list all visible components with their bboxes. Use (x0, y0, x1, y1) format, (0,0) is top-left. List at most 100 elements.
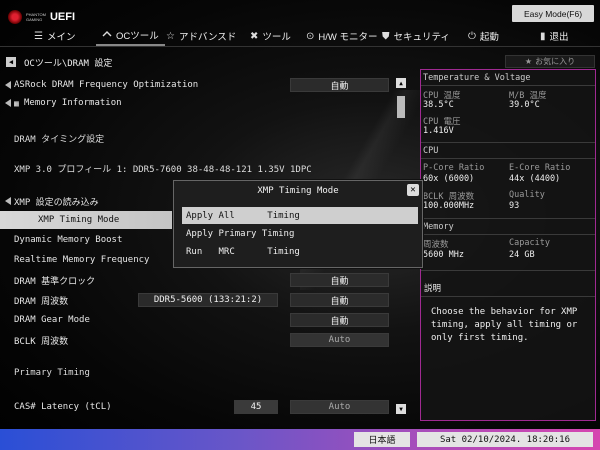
quality-label: Quality (509, 190, 545, 200)
back-button[interactable]: ◀ (6, 57, 16, 67)
language-button[interactable]: 日本語 (354, 432, 410, 447)
setting-label: DRAM 基準クロック (14, 276, 96, 287)
main-nav: ☰ メイン OCツール ☆ アドバンスド ✖ ツール ⊙ H/W モニター ⛊ … (0, 26, 600, 46)
option-label: Apply All Timing (186, 210, 300, 221)
favorite-button[interactable]: ★ お気に入り (505, 55, 595, 68)
tab-main[interactable]: ☰ メイン (28, 26, 81, 46)
quality-value: 93 (509, 201, 520, 211)
panel-divider (421, 158, 595, 159)
xmp-profile-text: XMP 3.0 プロフィール 1: DDR5-7600 38-48-48-121… (14, 165, 312, 175)
mem-cap-value: 24 GB (509, 250, 535, 260)
tab-advanced[interactable]: ☆ アドバンスド (160, 26, 242, 46)
setting-current-value: DDR5-5600 (133:21:2) (138, 293, 278, 307)
tab-boot[interactable]: ⏻ 起動 (462, 26, 505, 46)
setting-value[interactable]: 自動 (290, 313, 389, 327)
expand-arrow-icon (5, 197, 11, 205)
star-icon: ☆ (166, 30, 175, 42)
ecore-label: E-Core Ratio (509, 163, 571, 173)
mb-temp-value: 39.0°C (509, 100, 540, 110)
mem-freq-value: 5600 MHz (423, 250, 464, 260)
setting-label: XMP Timing Mode (38, 215, 120, 225)
dialog-title: XMP Timing Mode (257, 186, 339, 196)
description-text: Choose the behavior for XMP timing, appl… (431, 307, 578, 343)
cpu-volt-value: 1.416V (423, 126, 454, 136)
pcore-label: P-Core Ratio (423, 163, 485, 173)
setting-label: XMP 設定の読み込み (14, 197, 99, 208)
memory-icon: ▦ (14, 98, 19, 108)
setting-dram-ref-clock[interactable]: DRAM 基準クロック 自動 (0, 271, 410, 289)
breadcrumb-text: OCツール\DRAM 設定 (24, 58, 113, 69)
option-label: Apply Primary Timing (186, 228, 295, 239)
brand-text: PHANTOM GAMING (26, 12, 46, 22)
setting-value[interactable]: Auto (290, 333, 389, 347)
tab-boot-label: 起動 (479, 32, 499, 43)
info-panel: Temperature & Voltage CPU 温度 M/B 温度 38.5… (420, 69, 596, 421)
scroll-thumb[interactable] (397, 96, 405, 118)
setting-value[interactable]: 自動 (290, 293, 389, 307)
brand-uefi: UEFI (49, 11, 75, 23)
setting-label: Memory Information (24, 98, 122, 108)
bclk-value: 100.000MHz (423, 201, 475, 211)
mem-freq-label: 周波数 (423, 240, 449, 250)
tab-advanced-label: アドバンスド (178, 32, 237, 43)
easy-mode-button[interactable]: Easy Mode(F6) (512, 5, 594, 22)
scroll-down-icon[interactable]: ▼ (396, 404, 406, 414)
tab-exit[interactable]: ▮ 退出 (534, 26, 575, 46)
tab-tools[interactable]: ✖ ツール (244, 26, 297, 46)
setting-label: ASRock DRAM Frequency Optimization (14, 80, 199, 90)
option-apply-primary[interactable]: Apply Primary Timing (182, 225, 418, 242)
setting-dram-freq-opt[interactable]: ASRock DRAM Frequency Optimization 自動 (0, 76, 410, 94)
option-apply-all[interactable]: Apply All Timing (182, 207, 418, 224)
exit-icon: ▮ (540, 30, 546, 42)
shield-icon: ⛊ (382, 30, 390, 42)
setting-dram-freq[interactable]: DRAM 周波数 DDR5-5600 (133:21:2) 自動 (0, 291, 410, 309)
scroll-up-icon[interactable]: ▲ (396, 78, 406, 88)
option-run-mrc[interactable]: Run MRC Timing (182, 243, 418, 260)
tab-tools-label: ツール (262, 32, 291, 43)
breadcrumb: ◀ OCツール\DRAM 設定 (6, 55, 416, 69)
section-primary-timing: Primary Timing (14, 368, 90, 378)
panel-divider (421, 234, 595, 235)
pcore-value: 60x (6000) (423, 174, 475, 184)
tab-oc-tools[interactable]: OCツール (96, 26, 165, 46)
close-icon[interactable]: ✕ (407, 184, 419, 196)
mem-cap-label: Capacity (509, 238, 550, 248)
tab-hw-monitor-label: H/W モニター (318, 32, 378, 43)
nav-divider (0, 46, 600, 47)
tab-security-label: セキュリティ (393, 32, 450, 43)
tab-hw-monitor[interactable]: ⊙ H/W モニター (300, 26, 384, 46)
setting-label: BCLK 周波数 (14, 336, 69, 347)
oc-tools-icon (102, 30, 112, 41)
brand-logo: PHANTOM GAMING UEFI (8, 8, 88, 26)
setting-label: DRAM 周波数 (14, 296, 69, 307)
brand-logo-icon (8, 10, 22, 24)
panel-divider (421, 142, 595, 143)
star-icon: ★ (524, 57, 533, 66)
setting-value[interactable]: 自動 (290, 78, 389, 92)
ecore-value: 44x (4400) (509, 174, 561, 184)
xmp-timing-mode-dialog: XMP Timing Mode ✕ Apply All Timing Apply… (173, 180, 423, 268)
expand-arrow-icon (5, 99, 11, 107)
brand-line2: GAMING (26, 17, 43, 22)
setting-label: DRAM Gear Mode (14, 315, 90, 325)
setting-label: Dynamic Memory Boost (14, 235, 123, 245)
setting-cas-latency[interactable]: CAS# Latency (tCL) 45 Auto (0, 398, 410, 416)
panel-divider (421, 218, 595, 219)
tab-oc-tools-label: OCツール (116, 31, 159, 42)
memory-section-title: Memory (423, 222, 454, 232)
setting-value[interactable]: 自動 (290, 273, 389, 287)
setting-value[interactable]: Auto (290, 400, 389, 414)
menu-icon: ☰ (34, 30, 43, 42)
panel-title: Temperature & Voltage (423, 73, 531, 83)
panel-divider (421, 296, 595, 297)
setting-dram-gear-mode[interactable]: DRAM Gear Mode 自動 (0, 311, 410, 329)
setting-bclk-freq[interactable]: BCLK 周波数 Auto (0, 331, 410, 349)
setting-memory-info[interactable]: Memory Information ▦ (0, 94, 410, 112)
clock: Sat 02/10/2024. 18:20:16 (417, 432, 593, 447)
monitor-icon: ⊙ (306, 30, 315, 42)
tab-main-label: メイン (46, 32, 76, 43)
panel-divider (421, 270, 595, 271)
tab-security[interactable]: ⛊ セキュリティ (376, 26, 456, 46)
cpu-temp-value: 38.5°C (423, 100, 454, 110)
setting-label: Realtime Memory Frequency (14, 255, 150, 265)
